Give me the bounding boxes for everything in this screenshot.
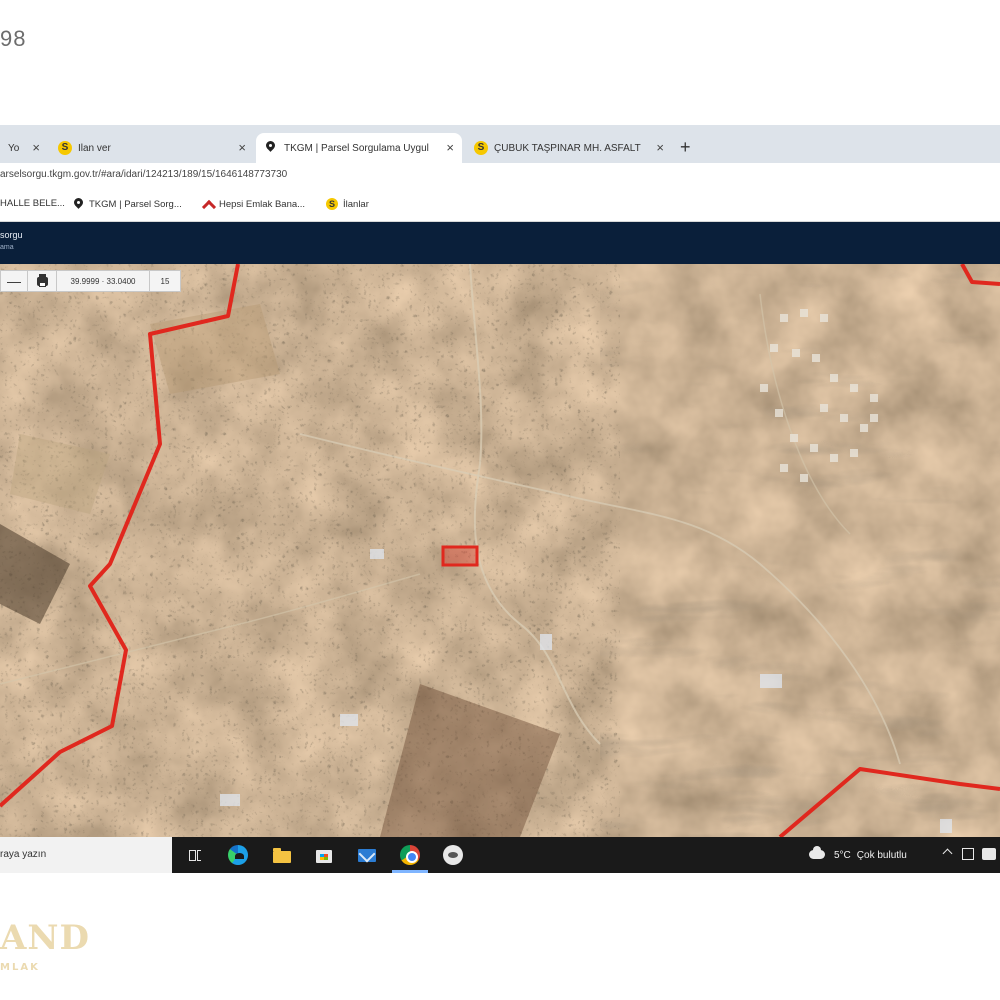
screenshot-frame: Yo × S İlan ver × TKGM | Parsel Sorgulam… [0,125,1000,873]
taskbar-search-box[interactable]: raya yazın [0,837,172,873]
active-app-indicator [392,870,428,873]
task-view-icon[interactable] [186,845,206,865]
sahibinden-s-icon: S [58,141,72,155]
sahibinden-s-icon: S [474,141,488,155]
map-pin-icon [72,198,84,210]
bookmark-hepsiemlak[interactable]: Hepsi Emlak Bana... [202,198,305,210]
map-canvas[interactable] [0,264,1000,837]
app-title: sorgu [0,230,23,240]
tab-label: TKGM | Parsel Sorgulama Uygul [284,142,429,154]
tab-label: ÇUBUK TAŞPINAR MH. ASFALT [494,142,641,154]
bookmark-label: Hepsi Emlak Bana... [219,198,306,210]
tab-close-icon[interactable]: × [32,140,40,155]
page-number: 98 [0,26,27,51]
tab-cubuk-taspinar[interactable]: S ÇUBUK TAŞPINAR MH. ASFALT × [466,133,672,163]
tray-app-icon[interactable] [962,848,974,860]
app-subtitle: ama [0,244,14,251]
watermark-logo-sub: MLAK [0,962,40,973]
edge-icon[interactable] [228,845,248,865]
watermark-logo: AND [0,918,90,958]
zoom-out-button[interactable]: — [1,271,28,291]
bookmark-label: HALLE BELE... [0,198,65,209]
windows-taskbar: raya yazın 5°C Çok bulutlu [0,837,1000,873]
hepsiemlak-icon [202,198,214,210]
selected-parcel[interactable] [441,545,479,567]
weather-desc: Çok bulutlu [856,849,907,861]
tab-close-icon[interactable]: × [656,140,664,155]
browser-tab-strip: Yo × S İlan ver × TKGM | Parsel Sorgulam… [0,125,1000,163]
print-icon [36,273,48,287]
print-button[interactable] [28,271,57,291]
url-text[interactable]: arselsorgu.tkgm.gov.tr/#ara/idari/124213… [0,169,287,180]
file-explorer-icon[interactable] [272,845,292,865]
tab-ilan-ver[interactable]: S İlan ver × [50,133,254,163]
coordinate-readout: 39.9999 · 33.0400 [57,271,150,291]
app-icon[interactable] [443,845,463,865]
bookmark-tkgm[interactable]: TKGM | Parsel Sorg... [72,198,182,210]
chevron-up-icon[interactable] [942,848,953,859]
weather-temp: 5°C [834,849,851,861]
bookmark-label: İlanlar [343,198,369,210]
new-tab-button[interactable]: + [680,137,691,158]
satellite-map[interactable]: — 39.9999 · 33.0400 15 [0,264,1000,837]
app-header: sorgu ama [0,222,1000,264]
cloud-icon[interactable] [809,846,825,859]
map-pin-icon [264,141,278,155]
tab-label: İlan ver [78,142,111,154]
weather-widget[interactable]: 5°C Çok bulutlu [834,837,907,873]
taskbar-search-text: raya yazın [0,849,47,860]
sahibinden-s-icon: S [326,198,338,210]
store-icon[interactable] [314,845,334,865]
chrome-icon[interactable] [400,845,420,865]
address-bar[interactable]: arselsorgu.tkgm.gov.tr/#ara/idari/124213… [0,163,1000,189]
zoom-level-readout: 15 [160,276,170,286]
tray-app-icon[interactable] [982,848,996,860]
bookmark-label: TKGM | Parsel Sorg... [89,198,182,210]
tab-tkgm-parsel[interactable]: TKGM | Parsel Sorgulama Uygul × [256,133,462,163]
tab-close-icon[interactable]: × [446,140,454,155]
bookmark-halle[interactable]: HALLE BELE... [0,198,65,209]
bookmark-ilanlar[interactable]: S İlanlar [326,198,369,210]
map-toolbar: — 39.9999 · 33.0400 15 [0,270,181,292]
bookmarks-bar: HALLE BELE... TKGM | Parsel Sorg... Heps… [0,189,1000,222]
mail-icon[interactable] [357,845,377,865]
tab-label: Yo [8,142,20,154]
tab-close-icon[interactable]: × [238,140,246,155]
tab-partial[interactable]: Yo × [0,133,48,163]
